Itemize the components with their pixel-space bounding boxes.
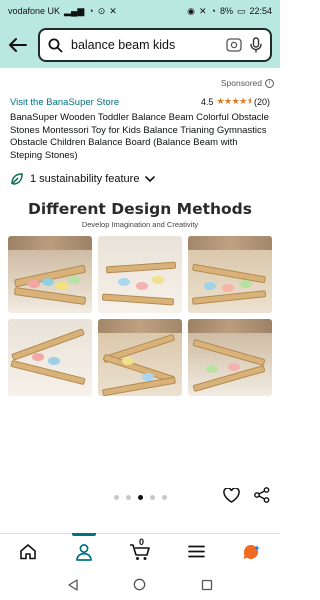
back-triangle-icon[interactable]: [67, 578, 79, 591]
battery-percent: 8%: [219, 6, 233, 16]
brand-row: Visit the BanaSuper Store 4.5 ★★★★⯨ (20): [0, 90, 280, 110]
image-tile: [98, 236, 182, 313]
nav-menu[interactable]: [176, 534, 216, 570]
image-tile: [188, 319, 272, 396]
image-subheading: Develop Imagination and Creativity: [81, 220, 199, 229]
home-circle-icon[interactable]: [133, 578, 146, 591]
star-rating-icon: ★★★★⯨: [216, 96, 251, 106]
xing-icon: ✕: [109, 5, 117, 16]
signal-icon: ▂▄▆: [64, 5, 85, 16]
search-icon: [48, 38, 63, 53]
carousel-dot[interactable]: [161, 494, 167, 500]
wifi-status-icon: ◔: [210, 5, 216, 16]
mute-icon: ✕: [198, 5, 207, 16]
product-title: BanaSuper Wooden Toddler Balance Beam Co…: [10, 112, 269, 161]
store-link[interactable]: Visit the BanaSuper Store: [10, 97, 119, 108]
system-nav: [0, 569, 280, 600]
mic-icon[interactable]: [250, 37, 262, 53]
image-tile: [98, 319, 182, 396]
camera-icon[interactable]: [226, 38, 242, 52]
wifi-icon: ◔: [88, 5, 94, 16]
carousel-dot[interactable]: [149, 494, 155, 500]
sustainability-label: 1 sustainability feature: [30, 173, 140, 185]
image-heading: Different Design Methods: [27, 200, 253, 218]
heart-icon[interactable]: [223, 487, 240, 503]
recents-square-icon[interactable]: [201, 579, 213, 591]
sponsored-label[interactable]: Sponsored i: [0, 76, 280, 90]
image-actions: [223, 487, 270, 503]
image-grid: [8, 236, 272, 396]
carousel-controls: [0, 484, 280, 510]
home-icon: [19, 543, 37, 560]
product-image[interactable]: Different Design Methods Develop Imagina…: [8, 200, 272, 480]
battery-icon: ▭: [236, 5, 246, 16]
ai-assistant-icon: [242, 543, 262, 561]
leaf-icon: [10, 172, 24, 186]
bottom-nav: 0: [0, 532, 280, 570]
nav-assistant[interactable]: [232, 534, 272, 570]
carrier-label: vodafone UK: [8, 6, 61, 16]
image-tile: [188, 236, 272, 313]
carousel-dot[interactable]: [113, 494, 119, 500]
rating-value: 4.5: [200, 97, 214, 107]
cart-count: 0: [139, 536, 145, 547]
status-right: ◉ ✕ ◔ 8% ▭ 22:54: [187, 6, 272, 16]
image-tile: [8, 319, 92, 396]
clock: 22:54: [249, 6, 272, 16]
menu-icon: [187, 545, 205, 558]
account-icon: [75, 543, 93, 561]
location-icon: ⊙: [97, 5, 106, 16]
search-query[interactable]: balance beam kids: [71, 38, 218, 52]
nav-cart[interactable]: 0: [120, 534, 160, 570]
carousel-dots[interactable]: [113, 494, 167, 500]
share-icon[interactable]: [254, 487, 270, 503]
search-input[interactable]: balance beam kids: [38, 28, 272, 62]
status-bar: vodafone UK ▂▄▆ ◔ ⊙ ✕ ◉ ✕ ◔ 8% ▭ 22:54: [0, 0, 280, 22]
image-tile: [8, 236, 92, 313]
search-header: balance beam kids: [0, 22, 280, 68]
back-arrow-icon[interactable]: [8, 35, 28, 55]
nav-account[interactable]: [64, 532, 104, 570]
status-left: vodafone UK ▂▄▆ ◔ ⊙ ✕: [8, 6, 117, 16]
review-count: (20): [253, 97, 270, 107]
info-icon[interactable]: i: [265, 78, 274, 88]
carousel-dot[interactable]: [125, 494, 131, 500]
rating[interactable]: 4.5 ★★★★⯨ (20): [201, 94, 270, 110]
carousel-dot[interactable]: [137, 494, 143, 500]
sponsored-text: Sponsored: [220, 78, 262, 88]
eye-icon: ◉: [187, 5, 195, 16]
nav-home[interactable]: [8, 534, 48, 570]
chevron-down-icon: [145, 175, 156, 183]
sustainability-feature[interactable]: 1 sustainability feature: [0, 162, 280, 196]
